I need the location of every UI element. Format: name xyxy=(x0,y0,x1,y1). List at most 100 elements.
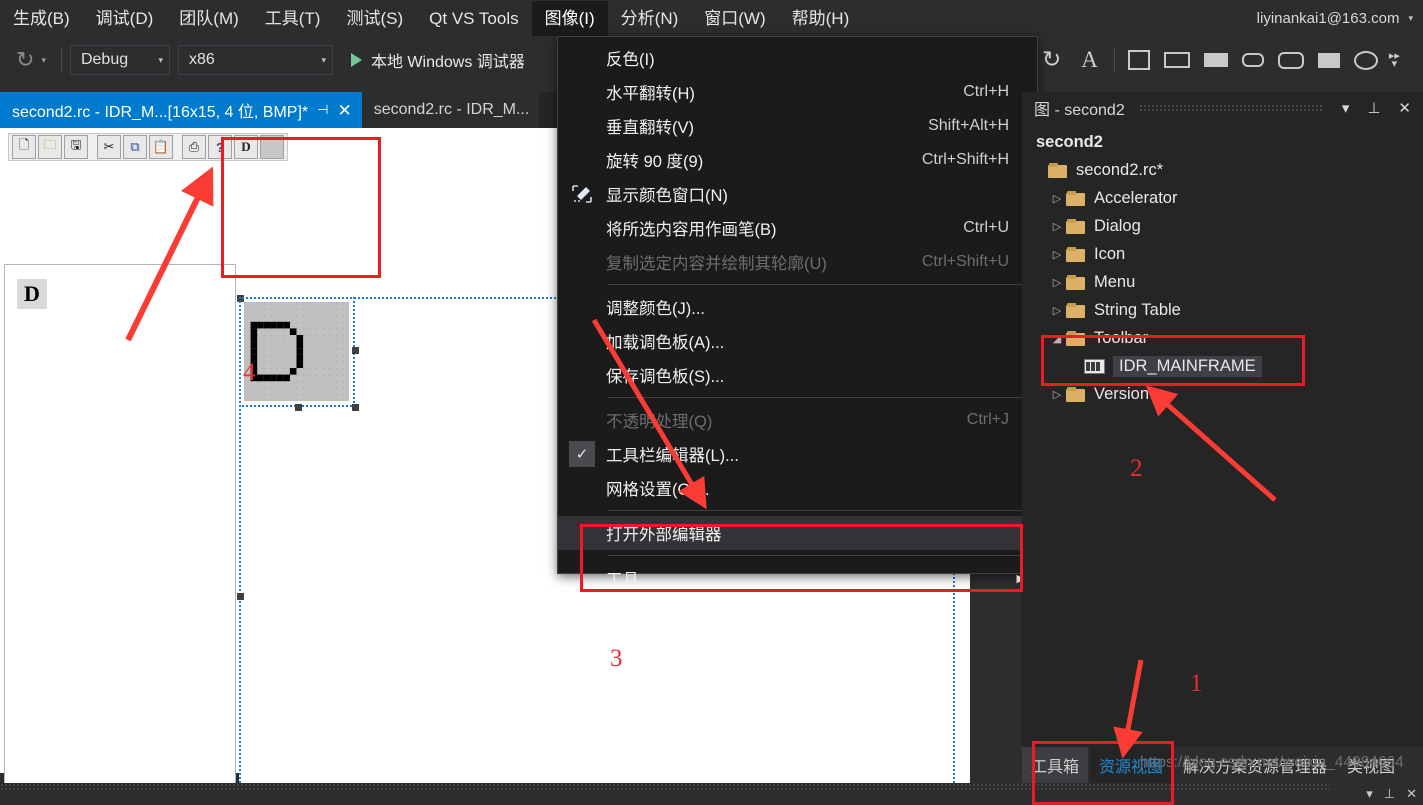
filled-rectangle-2-icon[interactable] xyxy=(1317,52,1340,68)
document-tab-active[interactable]: second2.rc - IDR_M...[16x15, 4 位, BMP]* … xyxy=(0,92,362,128)
pin-icon[interactable]: ⊣ xyxy=(317,102,328,118)
tree-node-label: Version xyxy=(1094,384,1150,403)
outline-rounded-icon[interactable] xyxy=(1277,51,1304,69)
tree-node-dialog[interactable]: ▷ Dialog xyxy=(1026,212,1423,240)
menu-item-label: 水平翻转(H) xyxy=(606,85,695,103)
chevron-right-icon[interactable]: ▷ xyxy=(1048,220,1066,233)
menu-item-shortcut: Ctrl+Shift+H xyxy=(921,151,1009,168)
bitmap-handle-corner[interactable] xyxy=(352,404,359,411)
menu-item-11[interactable]: ✓ 工具栏编辑器(L)... xyxy=(558,437,1037,471)
outline-square-icon[interactable] xyxy=(1127,50,1150,70)
print-icon[interactable]: ⎙ xyxy=(182,135,206,159)
menu-item-7[interactable]: 调整颜色(J)... xyxy=(558,290,1037,324)
menu-item-8[interactable]: 加载调色板(A)... xyxy=(558,324,1037,358)
bitmap-selection[interactable] xyxy=(239,297,359,411)
chevron-right-icon[interactable]: ▷ xyxy=(1048,388,1066,401)
menu-item-5[interactable]: 将所选内容用作画笔(B) Ctrl+U xyxy=(558,211,1037,245)
tree-node-menu[interactable]: ▷ Menu xyxy=(1026,268,1423,296)
bottom-strip: ▾ ⊥ ✕ xyxy=(0,783,1423,805)
tree-node-label: second2 xyxy=(1036,132,1103,151)
filled-rectangle-icon[interactable] xyxy=(1203,53,1228,67)
menu-item-label: 显示颜色窗口(N) xyxy=(606,187,728,205)
copy-icon[interactable]: ⧉ xyxy=(123,135,147,159)
save-file-icon[interactable]: 🖫 xyxy=(64,135,88,159)
menu-item-team[interactable]: 团队(M) xyxy=(166,1,251,36)
menu-item-12[interactable]: 网格设置(G)... xyxy=(558,471,1037,505)
chevron-down-icon[interactable]: ▾ xyxy=(1366,786,1373,802)
tree-node-string-table[interactable]: ▷ String Table xyxy=(1026,296,1423,324)
folder-icon xyxy=(1066,218,1085,234)
start-debugging-button[interactable]: 本地 Windows 调试器 xyxy=(341,48,535,72)
folder-icon xyxy=(1066,246,1085,262)
menu-item-1[interactable]: 水平翻转(H) Ctrl+H xyxy=(558,75,1037,109)
menu-item-qt-vs-tools[interactable]: Qt VS Tools xyxy=(416,1,531,36)
menu-item-0[interactable]: 反色(I) xyxy=(558,41,1037,75)
menu-item-shortcut: Ctrl+Shift+U xyxy=(921,253,1009,270)
toolbar-overflow-icon[interactable]: ▸▸ ▾ xyxy=(1389,51,1400,70)
watermark-text: https://blog.csdn.net/weixin_44984664 xyxy=(1140,754,1404,771)
solution-configuration-value: Debug xyxy=(80,51,129,68)
close-icon[interactable]: ✕ xyxy=(1406,786,1417,802)
menu-item-4[interactable]: 显示颜色窗口(N) xyxy=(558,177,1037,211)
menu-item-test[interactable]: 测试(S) xyxy=(333,1,416,36)
solution-platform-combo[interactable]: x86 ▾ xyxy=(177,45,333,75)
menu-item-help[interactable]: 帮助(H) xyxy=(779,1,863,36)
resize-handle-l[interactable] xyxy=(237,593,244,600)
solution-configuration-combo[interactable]: Debug ▾ xyxy=(69,45,170,75)
text-tool-icon[interactable]: A xyxy=(1071,47,1108,73)
menu-item-2[interactable]: 垂直翻转(V) Shift+Alt+H xyxy=(558,109,1037,143)
redo-dropdown-icon[interactable]: ▾ xyxy=(40,55,53,66)
outline-ellipse-icon[interactable] xyxy=(1353,50,1378,70)
menu-item-debug[interactable]: 调试(D) xyxy=(83,1,167,36)
outline-rectangle-icon[interactable] xyxy=(1163,52,1190,68)
menu-item-label: 不透明处理(Q) xyxy=(606,413,713,431)
chevron-down-icon: ▾ xyxy=(158,54,163,65)
open-file-icon[interactable]: 🗀 xyxy=(38,135,62,159)
menu-bar: 生成(B) 调试(D) 团队(M) 工具(T) 测试(S) Qt VS Tool… xyxy=(0,0,1423,36)
close-icon[interactable]: ✕ xyxy=(337,102,351,119)
document-tab-label: second2.rc - IDR_M...[16x15, 4 位, BMP]* xyxy=(12,104,309,121)
menu-item-tools[interactable]: 工具(T) xyxy=(252,1,334,36)
account-menu[interactable]: liyinankai1@163.com ▾ xyxy=(1257,0,1413,36)
menu-item-image[interactable]: 图像(I) xyxy=(531,0,608,36)
menu-item-build[interactable]: 生成(B) xyxy=(0,1,83,36)
chevron-right-icon[interactable]: ▷ xyxy=(1048,192,1066,205)
image-thumbnail-pane[interactable]: D xyxy=(4,264,236,805)
new-file-icon[interactable]: 🗋 xyxy=(12,135,36,159)
menu-item-label: 网格设置(G)... xyxy=(606,481,710,499)
bitmap-canvas[interactable] xyxy=(244,302,349,401)
menu-item-3[interactable]: 旋转 90 度(9) Ctrl+Shift+H xyxy=(558,143,1037,177)
pin-icon[interactable]: ⊥ xyxy=(1361,99,1386,117)
panel-header: 图 - second2 ▾ ⊥ ✕ xyxy=(1022,92,1423,124)
panel-drag-handle[interactable] xyxy=(1138,103,1322,113)
chevron-right-icon[interactable]: ▷ xyxy=(1048,276,1066,289)
check-glyph: ✓ xyxy=(569,441,595,467)
eyedropper-icon xyxy=(558,184,606,204)
tree-node-label: second2.rc* xyxy=(1076,160,1164,179)
document-tab-inactive[interactable]: second2.rc - IDR_M... xyxy=(361,92,540,128)
chevron-right-icon[interactable]: ▷ xyxy=(1048,304,1066,317)
solution-platform-value: x86 xyxy=(188,51,215,68)
tree-node-label: Menu xyxy=(1094,272,1136,291)
pin-icon[interactable]: ⊥ xyxy=(1384,786,1395,802)
bitmap-handle-bottom[interactable] xyxy=(295,404,302,411)
menu-item-window[interactable]: 窗口(W) xyxy=(691,1,778,36)
cut-icon[interactable]: ✂ xyxy=(97,135,121,159)
menu-item-label: 加载调色板(A)... xyxy=(606,334,725,352)
tree-node-second2[interactable]: second2 xyxy=(1026,128,1423,156)
redo-arrow-icon[interactable]: ↻ xyxy=(10,43,40,77)
paste-icon[interactable]: 📋 xyxy=(149,135,173,159)
tree-node-second2-rc-[interactable]: second2.rc* xyxy=(1026,156,1423,184)
close-icon[interactable]: ✕ xyxy=(1392,99,1417,117)
tree-node-accelerator[interactable]: ▷ Accelerator xyxy=(1026,184,1423,212)
folder-icon xyxy=(1066,274,1085,290)
menu-item-label: 反色(I) xyxy=(606,51,655,69)
chevron-down-icon[interactable]: ▾ xyxy=(1336,99,1356,117)
tree-node-icon[interactable]: ▷ Icon xyxy=(1026,240,1423,268)
outline-rounded-small-icon[interactable] xyxy=(1241,53,1264,67)
strip-controls: ▾ ⊥ ✕ xyxy=(1366,783,1417,805)
bitmap-handle-right[interactable] xyxy=(352,347,359,354)
menu-item-9[interactable]: 保存调色板(S)... xyxy=(558,358,1037,392)
menu-item-analyze[interactable]: 分析(N) xyxy=(608,1,692,36)
chevron-right-icon[interactable]: ▷ xyxy=(1048,248,1066,261)
